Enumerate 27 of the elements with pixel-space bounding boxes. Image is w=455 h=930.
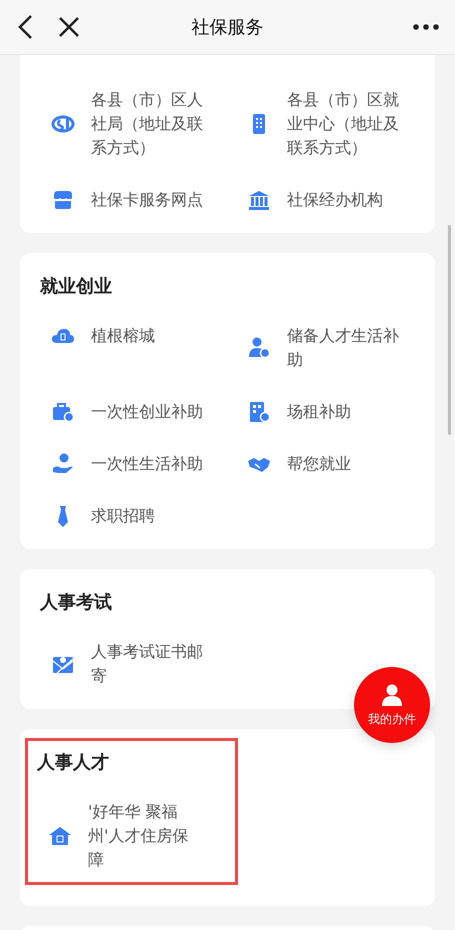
service-link[interactable]: 一次性创业补助 <box>91 400 205 424</box>
service-link[interactable]: 场租补助 <box>287 400 401 424</box>
service-link[interactable]: 帮您就业 <box>287 452 401 476</box>
building-coin-icon <box>247 400 271 424</box>
institution-icon <box>247 188 271 212</box>
service-link[interactable]: 求职招聘 <box>91 504 205 528</box>
close-icon[interactable] <box>58 16 80 38</box>
service-link[interactable]: 各县（市）区就业中心（地址及联系方式） <box>287 88 401 160</box>
more-icon[interactable] <box>413 24 439 30</box>
briefcase-icon <box>51 400 75 424</box>
service-link[interactable]: 社保卡服务网点 <box>91 188 205 212</box>
service-link[interactable]: 一次性生活补助 <box>91 452 205 476</box>
shop-icon <box>51 188 75 212</box>
service-link[interactable]: 植根榕城 <box>91 324 205 348</box>
section-title: 人事考试 <box>40 591 113 615</box>
service-link[interactable]: 社保经办机构 <box>287 188 401 212</box>
service-link[interactable]: '好年华 聚福州'人才住房保障 <box>88 800 202 872</box>
service-link[interactable]: 储备人才生活补助 <box>287 324 401 372</box>
house-icon <box>48 824 72 848</box>
person-coin-icon <box>247 336 271 360</box>
service-link[interactable]: 人事考试证书邮寄 <box>91 640 205 688</box>
hand-person-icon <box>51 452 75 476</box>
section-title: 就业创业 <box>40 275 113 299</box>
service-link[interactable]: 各县（市）区人社局（地址及联系方式） <box>91 88 205 160</box>
section-title: 人事人才 <box>37 751 110 775</box>
page-title: 社保服务 <box>190 16 264 39</box>
person-icon <box>380 682 404 706</box>
